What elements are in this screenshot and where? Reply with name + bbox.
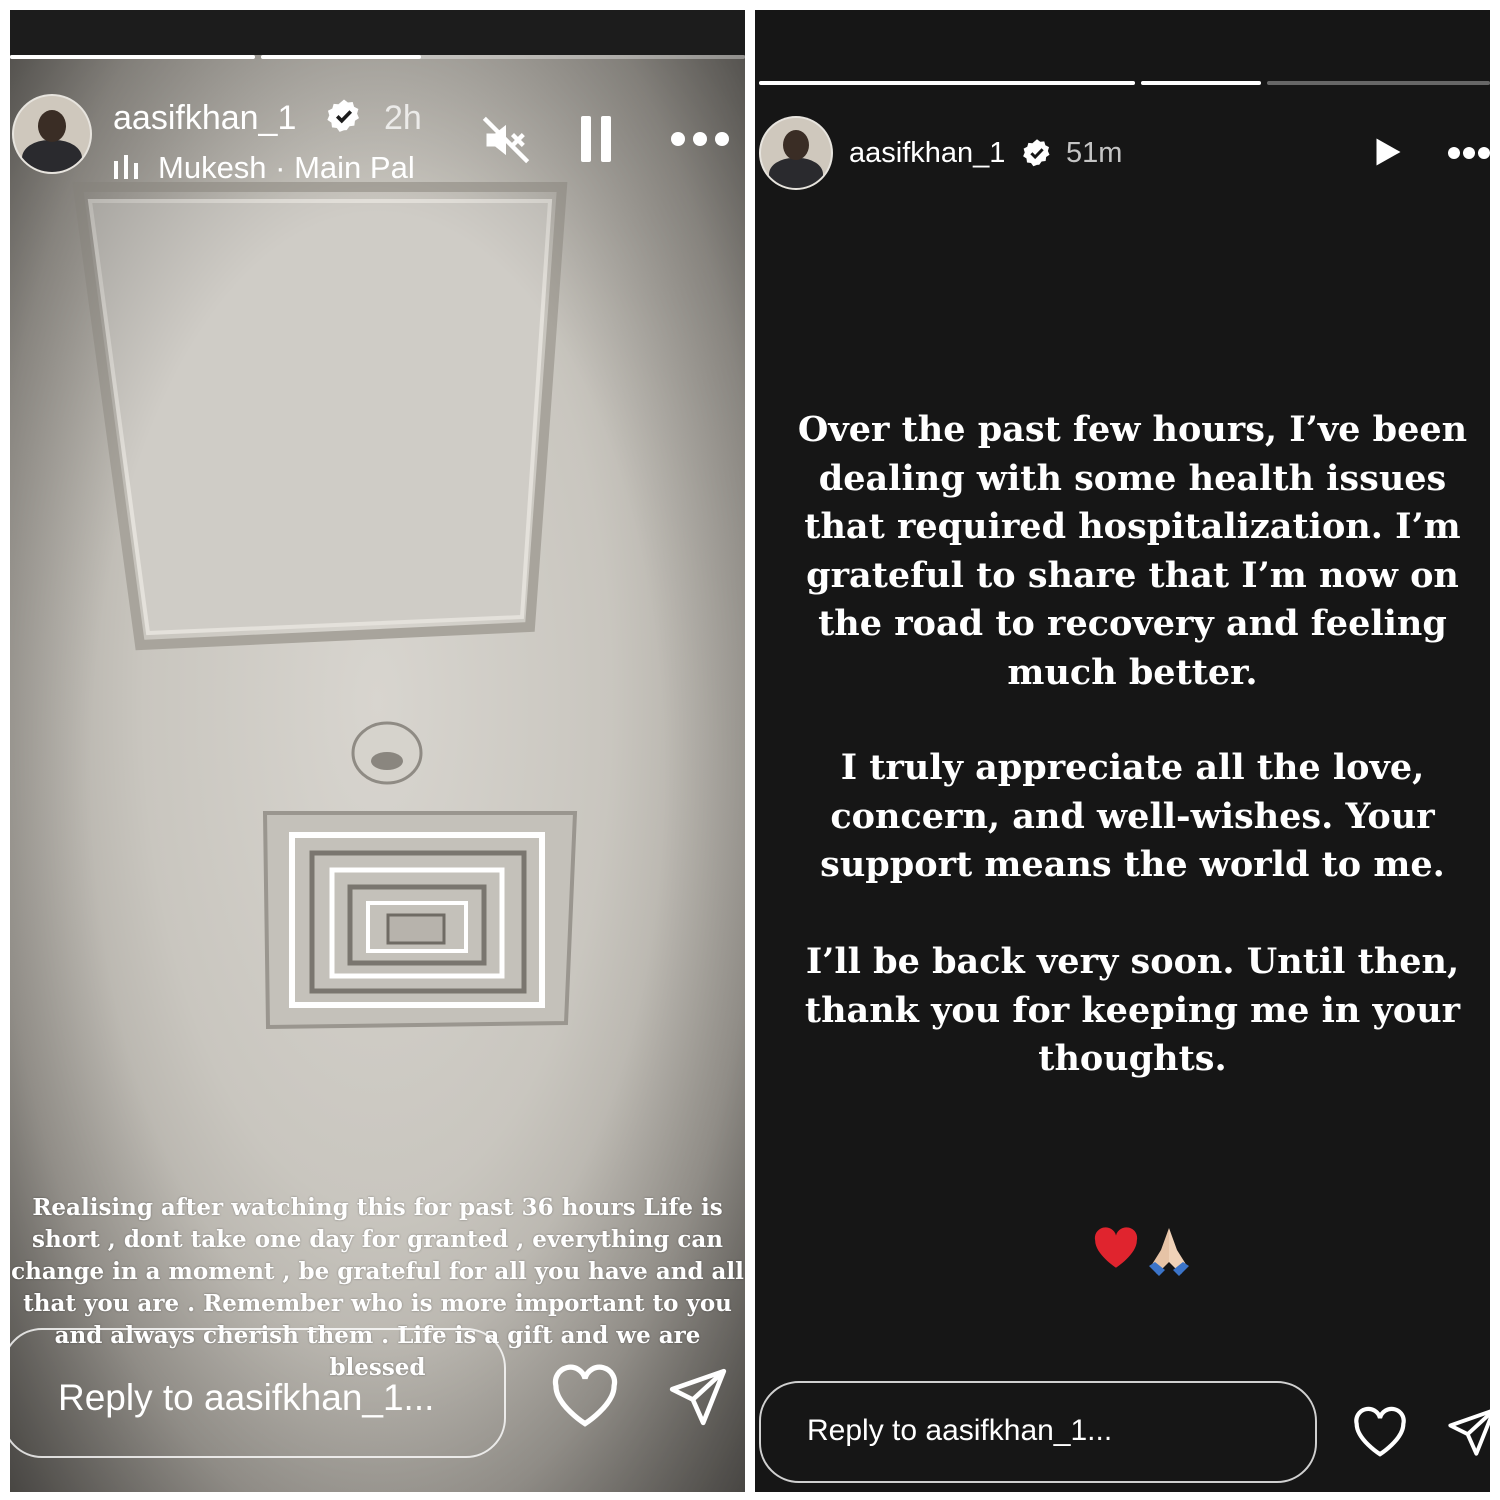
- mute-icon[interactable]: [480, 114, 532, 166]
- avatar[interactable]: [12, 94, 92, 174]
- music-bars-icon: [114, 155, 138, 179]
- story-paragraph-3: I’ll be back very soon. Until then, than…: [804, 941, 1461, 1079]
- story-progress-fill: [759, 81, 1135, 85]
- music-track[interactable]: Mukesh · Main Pal: [158, 150, 415, 186]
- like-heart-icon[interactable]: [1352, 1406, 1408, 1458]
- red-heart-emoji: ❤️: [1091, 1224, 1141, 1274]
- story-progress-fill: [10, 55, 255, 59]
- like-heart-icon[interactable]: [550, 1364, 620, 1428]
- username[interactable]: aasifkhan_1: [113, 99, 296, 138]
- pause-icon[interactable]: [581, 116, 613, 162]
- story-progress-bar: [1141, 81, 1261, 85]
- story-progress-bar: [759, 81, 1135, 85]
- story-progress-bar: [261, 55, 745, 59]
- time-ago: 51m: [1066, 137, 1123, 169]
- more-options-icon[interactable]: [668, 128, 732, 150]
- more-options-icon[interactable]: [1447, 144, 1490, 162]
- reply-placeholder: Reply to aasifkhan_1...: [58, 1377, 435, 1418]
- reply-placeholder: Reply to aasifkhan_1...: [807, 1414, 1113, 1447]
- verified-badge-icon: [1023, 139, 1050, 167]
- story-panel-1: aasifkhan_1 2h Mukesh · Main Pal Realisi…: [10, 10, 745, 1492]
- folded-hands-emoji: 🙏🏼: [1143, 1222, 1195, 1278]
- story-progress-bar: [10, 55, 255, 59]
- username[interactable]: aasifkhan_1: [849, 137, 1005, 170]
- story-panel-2: aasifkhan_1 51m Over the past few hours,…: [755, 10, 1490, 1492]
- story-progress-fill: [261, 55, 421, 59]
- play-icon[interactable]: [1369, 134, 1405, 170]
- story-progress-fill: [1141, 81, 1261, 85]
- verified-badge-icon: [327, 99, 359, 132]
- send-icon[interactable]: [1445, 1406, 1490, 1458]
- story-progress-bar: [1267, 81, 1490, 85]
- send-icon[interactable]: [666, 1366, 730, 1428]
- story-paragraph-2: I truly appreciate all the love, concern…: [820, 747, 1445, 885]
- avatar[interactable]: [759, 116, 833, 190]
- time-ago: 2h: [384, 99, 422, 137]
- story-paragraph-1: Over the past few hours, I’ve been deali…: [797, 409, 1468, 693]
